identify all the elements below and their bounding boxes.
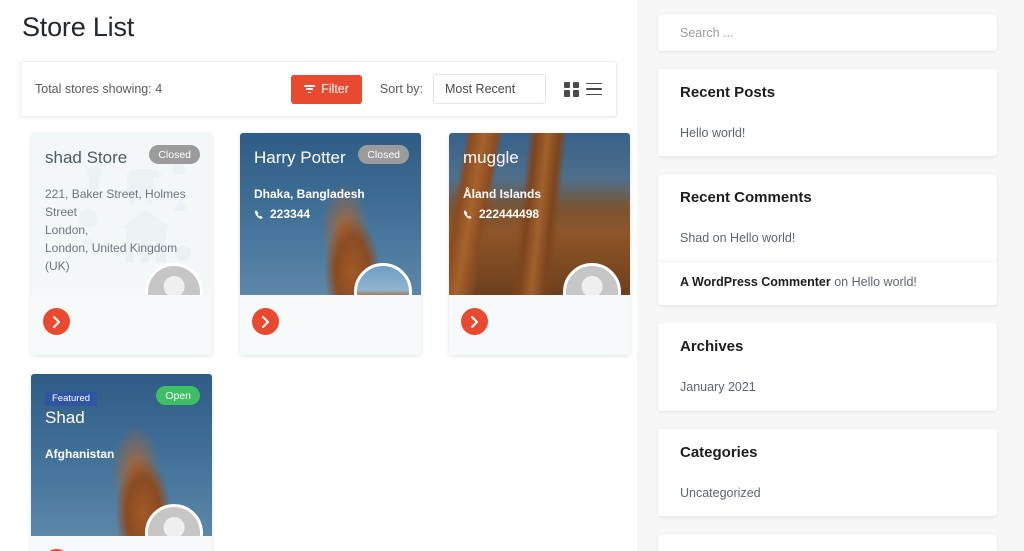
filter-button-label: Filter — [321, 82, 349, 96]
toolbar-controls: Filter Sort by: Most Recent — [291, 74, 602, 104]
store-phone: 223344 — [254, 205, 407, 223]
store-card-banner: Closed shad Store 221, Baker Street, Hol… — [31, 133, 212, 295]
store-address: Afghanistan — [45, 445, 198, 463]
store-card-banner: Open Featured Shad Afghanistan — [31, 374, 212, 536]
store-address: 221, Baker Street, Holmes Street London,… — [45, 185, 198, 275]
store-phone-number: 222444498 — [479, 207, 540, 222]
view-toggle-group — [564, 81, 602, 97]
comment-author: A WordPress Commenter — [680, 275, 831, 290]
avatar — [563, 263, 621, 295]
widget-title: Archives — [680, 338, 744, 356]
phone-icon — [463, 210, 472, 219]
archives-widget: Archives January 2021 — [658, 323, 997, 411]
recent-comments-widget: Recent Comments Shad on Hello world! A W… — [658, 174, 997, 306]
search-widget — [658, 14, 997, 51]
store-name: muggle — [463, 148, 519, 167]
store-card-banner: muggle Åland Islands 222444498 — [449, 133, 630, 295]
main-content: Store List Total stores showing: 4 Filte… — [0, 0, 637, 551]
list-item[interactable]: Uncategorized — [658, 473, 997, 516]
store-card-grid: Closed shad Store 221, Baker Street, Hol… — [31, 133, 631, 551]
recent-posts-list: Hello world! — [658, 113, 997, 156]
store-card-footer — [240, 295, 421, 355]
phone-icon — [254, 210, 263, 219]
recent-comments-list: Shad on Hello world! A WordPress Comment… — [658, 218, 997, 305]
chevron-right-icon — [471, 315, 478, 328]
store-card-footer — [31, 295, 212, 355]
recent-posts-widget: Recent Posts Hello world! — [658, 69, 997, 157]
list-item[interactable]: Hello world! — [658, 113, 997, 156]
sort-by-label: Sort by: — [379, 82, 423, 96]
meta-widget: Meta — [658, 533, 997, 551]
grid-view-icon[interactable] — [564, 81, 579, 97]
widget-title: Categories — [680, 443, 758, 461]
list-item[interactable]: January 2021 — [658, 367, 997, 410]
store-card[interactable]: muggle Åland Islands 222444498 — [449, 133, 630, 355]
store-toolbar: Total stores showing: 4 Filter Sort by: … — [20, 61, 617, 117]
avatar — [145, 504, 203, 536]
chevron-right-icon — [262, 315, 269, 328]
sidebar: Recent Posts Hello world! Recent Comment… — [637, 0, 1024, 551]
widget-title: Recent Posts — [680, 84, 776, 101]
search-input[interactable] — [658, 14, 997, 51]
avatar — [354, 263, 412, 295]
store-name: shad Store — [45, 148, 128, 167]
store-address-line: 221, Baker Street, Holmes Street — [45, 187, 186, 220]
store-address: Dhaka, Bangladesh 223344 — [254, 185, 407, 223]
store-card[interactable]: Closed Harry Potter Dhaka, Bangladesh 22… — [240, 133, 421, 355]
store-name: Harry Potter — [254, 148, 346, 167]
widget-title: Recent Comments — [680, 189, 812, 207]
featured-badge: Featured — [45, 391, 98, 406]
store-card-footer — [449, 295, 630, 355]
store-details-button[interactable] — [43, 308, 70, 335]
store-phone-number: 223344 — [270, 207, 311, 222]
list-view-icon[interactable] — [586, 82, 602, 96]
widget-title: Meta — [658, 534, 997, 551]
store-card-banner: Closed Harry Potter Dhaka, Bangladesh 22… — [240, 133, 421, 295]
comment-target: on Hello world! — [830, 275, 917, 290]
categories-widget: Categories Uncategorized — [658, 428, 997, 516]
store-address-line: Dhaka, Bangladesh — [254, 187, 365, 202]
sort-select[interactable]: Most Recent — [433, 74, 546, 104]
list-item[interactable]: Shad on Hello world! — [658, 218, 997, 261]
store-address-line: Afghanistan — [45, 446, 115, 461]
store-address: Åland Islands 222444498 — [463, 185, 616, 223]
list-item[interactable]: A WordPress Commenter on Hello world! — [658, 261, 997, 305]
store-card[interactable]: Closed shad Store 221, Baker Street, Hol… — [31, 133, 212, 355]
store-card-footer — [31, 536, 212, 551]
store-phone: 222444498 — [463, 205, 616, 223]
store-details-button[interactable] — [461, 308, 488, 335]
chevron-right-icon — [53, 315, 60, 328]
total-stores-text: Total stores showing: 4 — [35, 82, 163, 96]
sort-select-value: Most Recent — [445, 82, 516, 96]
store-card[interactable]: Open Featured Shad Afghanistan — [31, 374, 212, 551]
store-address-line: London, — [45, 223, 89, 238]
categories-list: Uncategorized — [658, 473, 997, 516]
store-name: Shad — [45, 407, 85, 427]
page-title: Store List — [22, 12, 135, 42]
status-badge: Open — [156, 386, 200, 406]
filter-button[interactable]: Filter — [291, 74, 362, 104]
store-address-line: Åland Islands — [463, 187, 542, 202]
store-list-page: Store List Total stores showing: 4 Filte… — [0, 0, 1024, 551]
archives-list: January 2021 — [658, 367, 997, 410]
filter-icon — [304, 84, 316, 94]
store-details-button[interactable] — [252, 308, 279, 335]
